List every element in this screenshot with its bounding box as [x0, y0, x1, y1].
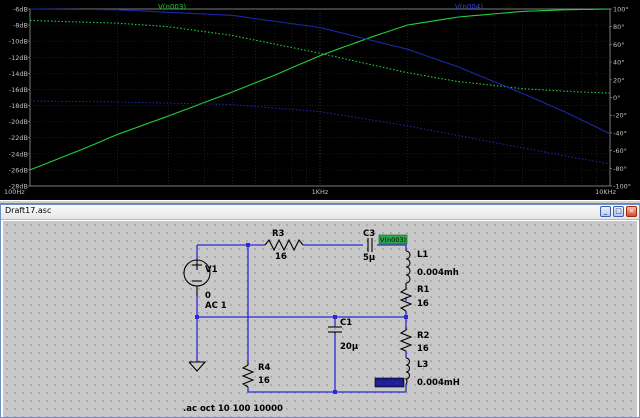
- y-left-tick-label: -12dB: [9, 54, 28, 62]
- trace-label-v-n003[interactable]: V(n003): [158, 3, 186, 11]
- y-left-tick-label: -8dB: [13, 22, 28, 30]
- net-label-bottom: V(n004): [376, 379, 402, 387]
- net-label-top: V(n003): [380, 236, 406, 244]
- plot-svg[interactable]: -6dB -8dB -10dB -12dB -14dB -16dB -18dB -20dB -2…: [0, 0, 640, 200]
- y-right-tick-label: -20°: [613, 112, 627, 120]
- capacitor-c1[interactable]: [328, 326, 342, 334]
- c1-value: 20µ: [340, 342, 358, 352]
- y-right-tick-label: 0°: [613, 94, 620, 102]
- y-right-tick-label: 100°: [613, 6, 629, 14]
- y-left-tick-label: -22dB: [9, 134, 28, 142]
- y-left-tick-label: -24dB: [9, 150, 28, 158]
- series-vn003-dotted: [29, 19, 611, 94]
- junctions: [195, 243, 408, 394]
- r2-name: R2: [417, 331, 430, 341]
- y-left-tick-label: -10dB: [9, 38, 28, 46]
- c1-name: C1: [340, 318, 352, 328]
- v1-ac: AC 1: [205, 301, 227, 311]
- schematic-svg[interactable]: V1 0 AC 1 R3 16 C3 5µ V(n003) L1 0.004mh…: [3, 221, 637, 417]
- minimize-icon[interactable]: _: [600, 206, 611, 217]
- y-left-tick-label: -6dB: [13, 6, 28, 14]
- y-left-tick-label: -26dB: [9, 166, 28, 174]
- l3-name: L3: [417, 360, 428, 370]
- y-right-tick-label: -40°: [613, 129, 627, 137]
- axis-labels: -6dB -8dB -10dB -12dB -14dB -16dB -18dB -20dB -2…: [4, 6, 631, 197]
- resistor-r2[interactable]: [399, 327, 413, 352]
- wires: [196, 244, 407, 393]
- spice-directive[interactable]: .ac oct 10 100 10000: [183, 404, 283, 414]
- y-left-tick-label: -18dB: [9, 102, 28, 110]
- r1-name: R1: [417, 285, 430, 295]
- ground-symbol[interactable]: [188, 361, 207, 372]
- schematic-window[interactable]: Draft17.asc _ □ × V1 0 AC 1 R3 16 C3 5µ …: [0, 204, 640, 418]
- x-tick-label: 100Hz: [4, 188, 25, 196]
- v1-name: V1: [205, 265, 218, 275]
- y-right-tick-label: 80°: [613, 23, 625, 31]
- r4-name: R4: [258, 363, 271, 373]
- v1-value: 0: [205, 291, 211, 301]
- resistor-r4[interactable]: [241, 362, 255, 388]
- y-right-tick-label: 60°: [613, 41, 625, 49]
- schematic-canvas[interactable]: V1 0 AC 1 R3 16 C3 5µ V(n003) L1 0.004mh…: [3, 221, 637, 417]
- y-right-tick-label: -60°: [613, 147, 627, 155]
- resistor-r3[interactable]: [264, 238, 304, 252]
- r4-value: 16: [258, 376, 270, 386]
- y-left-tick-label: -20dB: [9, 118, 28, 126]
- l1-name: L1: [417, 250, 428, 260]
- inductor-l3[interactable]: [404, 357, 411, 385]
- r2-value: 16: [417, 344, 429, 354]
- trace-label-v-n004[interactable]: V(n004): [455, 3, 483, 11]
- y-right-tick-label: 40°: [613, 59, 625, 67]
- x-tick-label: 1KHz: [312, 188, 329, 196]
- y-left-tick-label: -16dB: [9, 86, 28, 94]
- l1-value: 0.004mh: [417, 268, 459, 278]
- r3-value: 16: [275, 252, 287, 262]
- y-right-tick-label: -80°: [613, 165, 627, 173]
- maximize-icon[interactable]: □: [613, 206, 624, 217]
- c3-value: 5µ: [363, 253, 375, 263]
- r1-value: 16: [417, 299, 429, 309]
- close-icon[interactable]: ×: [626, 206, 637, 217]
- l3-value: 0.004mH: [417, 378, 460, 388]
- y-left-tick-label: -14dB: [9, 70, 28, 78]
- r3-name: R3: [272, 229, 285, 239]
- capacitor-c3[interactable]: [367, 238, 373, 252]
- waveform-plot[interactable]: -6dB -8dB -10dB -12dB -14dB -16dB -18dB -20dB -2…: [0, 0, 640, 200]
- inductor-l1[interactable]: [405, 250, 411, 287]
- c3-name: C3: [363, 229, 375, 239]
- x-tick-label: 10KHz: [595, 188, 616, 196]
- window-titlebar[interactable]: Draft17.asc _ □ ×: [1, 205, 639, 220]
- plot-grid: [29, 8, 611, 187]
- y-right-tick-label: 20°: [613, 76, 625, 84]
- window-title: Draft17.asc: [5, 206, 52, 215]
